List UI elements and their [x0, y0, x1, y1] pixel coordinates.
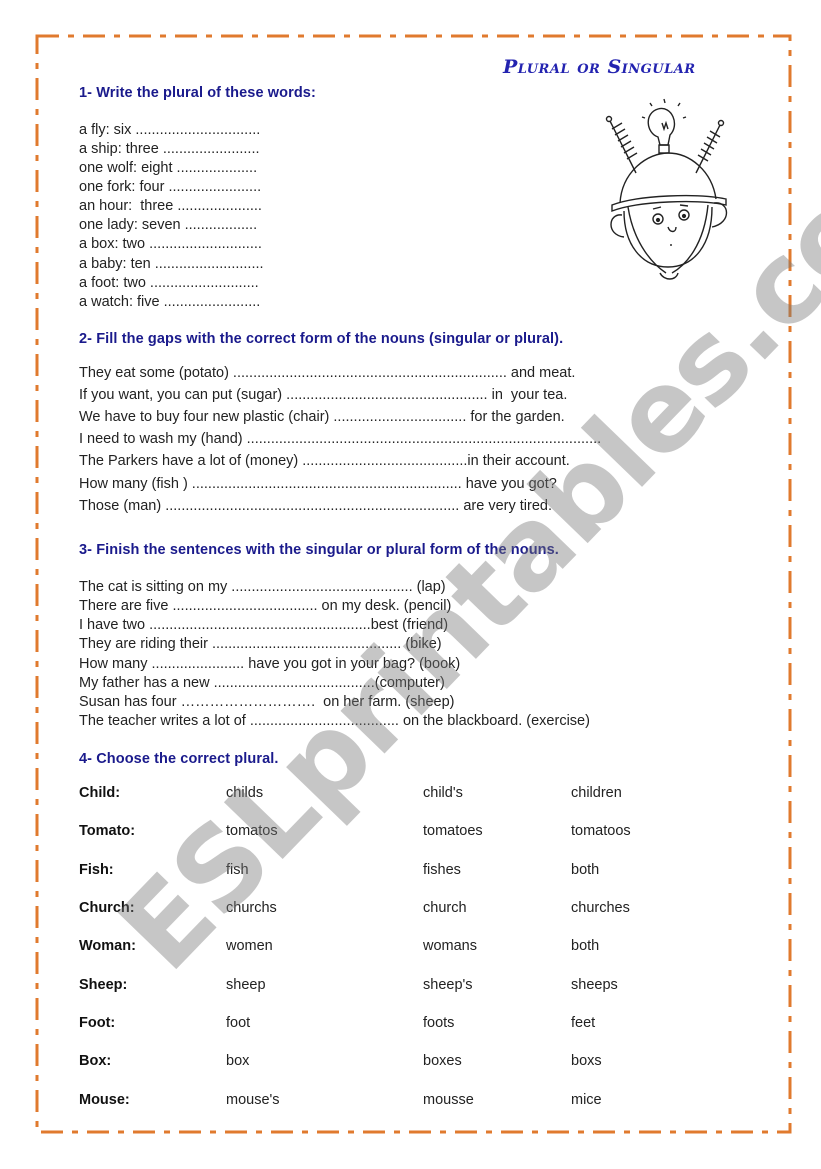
exercise-item: I need to wash my (hand) ...............… [79, 431, 602, 447]
choice-row: Child: childs child's children [79, 785, 679, 805]
noun-label: Tomato: [79, 823, 136, 839]
option-1: fish [226, 862, 249, 878]
option-3: churches [571, 900, 630, 916]
exercise-item: They are riding their ..................… [79, 636, 442, 652]
option-2: church [423, 900, 467, 916]
exercise-item: one lady: seven .................. [79, 217, 258, 233]
exercise-item: an hour: three ..................... [79, 198, 262, 214]
noun-label: Box: [79, 1053, 112, 1069]
option-1: sheep [226, 977, 266, 993]
option-3: children [571, 785, 622, 801]
exercise-item: The teacher writes a lot of ............… [79, 713, 590, 729]
section-2-heading: 2- Fill the gaps with the correct form o… [79, 331, 564, 347]
section-3-heading: 3- Finish the sentences with the singula… [79, 542, 559, 558]
option-1: tomatos [226, 823, 278, 839]
option-3: sheeps [571, 977, 618, 993]
exercise-item: a box: two ............................ [79, 236, 262, 252]
noun-label: Woman: [79, 938, 136, 954]
section-4-heading: 4- Choose the correct plural. [79, 751, 279, 767]
option-1: childs [226, 785, 264, 801]
noun-label: Foot: [79, 1015, 116, 1031]
exercise-item: If you want, you can put (sugar) .......… [79, 387, 568, 403]
exercise-item: They eat some (potato) .................… [79, 365, 576, 381]
exercise-item: a foot: two ........................... [79, 275, 259, 291]
exercise-item: Those (man) ............................… [79, 498, 552, 514]
option-2: womans [423, 938, 477, 954]
exercise-item: I have two .............................… [79, 617, 449, 633]
exercise-item: How many ....................... have yo… [79, 656, 461, 672]
exercise-item: one wolf: eight .................... [79, 160, 258, 176]
option-3: mice [571, 1092, 602, 1108]
exercise-item: a watch: five ........................ [79, 294, 261, 310]
option-1: churchs [226, 900, 277, 916]
option-2: tomatoes [423, 823, 483, 839]
option-3: boxs [571, 1053, 602, 1069]
option-2: child's [423, 785, 463, 801]
option-3: both [571, 938, 600, 954]
option-3: both [571, 862, 600, 878]
noun-label: Fish: [79, 862, 114, 878]
worksheet-title: Plural or Singular [503, 56, 696, 78]
exercise-item: Susan has four ………………………. on her farm. (… [79, 694, 455, 710]
exercise-item: My father has a new ....................… [79, 675, 445, 691]
choice-row: Box: box boxes boxs [79, 1053, 679, 1073]
option-3: tomatoos [571, 823, 631, 839]
option-1: foot [226, 1015, 251, 1031]
section-1-heading: 1- Write the plural of these words: [79, 85, 316, 101]
choice-row: Tomato: tomatos tomatoes tomatoos [79, 823, 679, 843]
option-1: box [226, 1053, 250, 1069]
noun-label: Mouse: [79, 1092, 130, 1108]
choice-row: Foot: foot foots feet [79, 1015, 679, 1035]
exercise-item: There are five .........................… [79, 598, 452, 614]
noun-label: Sheep: [79, 977, 128, 993]
option-1: mouse's [226, 1092, 280, 1108]
noun-label: Child: [79, 785, 121, 801]
exercise-item: How many (fish ) .......................… [79, 476, 557, 492]
choice-row: Sheep: sheep sheep's sheeps [79, 977, 679, 997]
boy-lightbulb-illustration [598, 95, 738, 285]
option-2: sheep's [423, 977, 473, 993]
exercise-item: a baby: ten ........................... [79, 256, 264, 272]
choice-row: Fish: fish fishes both [79, 862, 679, 882]
exercise-item: The cat is sitting on my ...............… [79, 579, 446, 595]
option-2: fishes [423, 862, 461, 878]
option-3: feet [571, 1015, 596, 1031]
exercise-item: We have to buy four new plastic (chair) … [79, 409, 565, 425]
exercise-item: one fork: four ....................... [79, 179, 262, 195]
exercise-item: a ship: three ........................ [79, 141, 260, 157]
exercise-item: a fly: six .............................… [79, 122, 261, 138]
lightbulb-head-icon [605, 98, 728, 280]
choice-row: Church: churchs church churches [79, 900, 679, 920]
option-2: boxes [423, 1053, 462, 1069]
option-2: foots [423, 1015, 455, 1031]
choice-row: Mouse: mouse's mousse mice [79, 1092, 679, 1112]
choice-row: Woman: women womans both [79, 938, 679, 958]
exercise-item: The Parkers have a lot of (money) ......… [79, 453, 570, 469]
noun-label: Church: [79, 900, 135, 916]
option-2: mousse [423, 1092, 474, 1108]
option-1: women [226, 938, 273, 954]
